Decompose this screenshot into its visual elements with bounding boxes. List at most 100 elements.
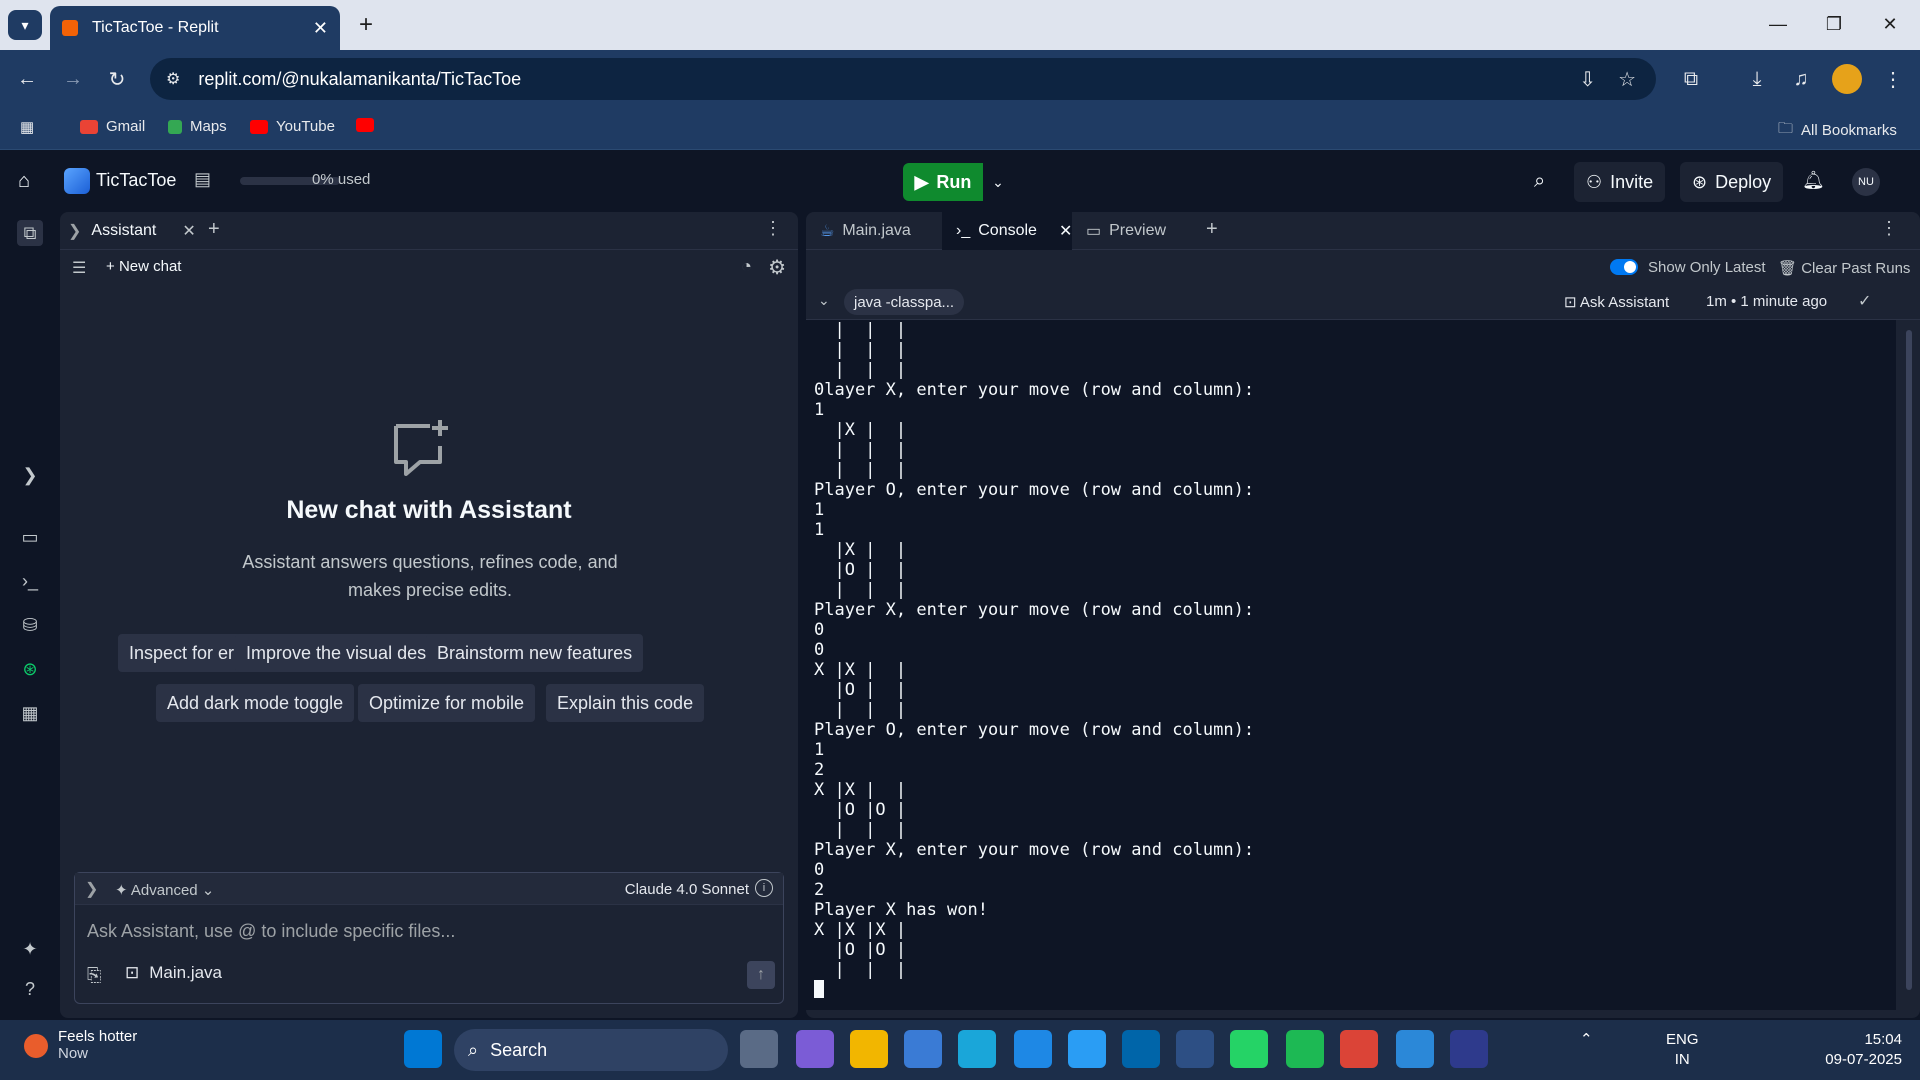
more-options-icon[interactable]: ⋮ — [764, 218, 782, 239]
install-app-icon[interactable]: ⇩ — [1579, 67, 1596, 92]
whatsapp-icon[interactable] — [1230, 1030, 1268, 1068]
notifications-bell-icon[interactable]: 🔔︎ — [1802, 170, 1825, 191]
all-tools-grid-icon[interactable]: ▦ — [17, 700, 43, 726]
close-tab-icon[interactable]: ✕ — [182, 221, 195, 241]
mylp-icon[interactable] — [1014, 1030, 1052, 1068]
info-icon[interactable]: i — [755, 879, 773, 897]
ai-sparkle-icon[interactable]: ✦ — [17, 936, 43, 962]
copilot-icon[interactable] — [796, 1030, 834, 1068]
profile-avatar[interactable] — [1832, 64, 1862, 94]
chevron-down-icon[interactable]: ⌄ — [818, 292, 830, 309]
bookmark-maps[interactable]: Maps — [168, 118, 227, 135]
weather-widget[interactable]: Feels hotter Now — [24, 1028, 137, 1062]
user-avatar[interactable]: NU — [1852, 168, 1880, 196]
edge-icon[interactable] — [958, 1030, 996, 1068]
repl-name[interactable]: TicTacToe — [96, 170, 176, 191]
invite-button[interactable]: ⚇ Invite — [1574, 162, 1666, 202]
site-info-icon[interactable]: ⚙ — [166, 69, 180, 89]
reload-button[interactable]: ↻ — [100, 62, 134, 96]
bookmark-youtube-2[interactable] — [356, 118, 374, 132]
tab-main-java[interactable]: ☕︎ Main.java — [806, 212, 938, 250]
run-command-pill[interactable]: java -classpa... — [844, 289, 965, 315]
console-rail-icon[interactable]: ›_ — [17, 568, 43, 594]
add-tab-button[interactable]: + — [1206, 218, 1218, 241]
bookmark-gmail[interactable]: Gmail — [80, 118, 145, 135]
close-tab-icon[interactable]: ✕ — [313, 18, 328, 39]
send-button[interactable]: ↑ — [747, 961, 775, 989]
minimize-button[interactable]: — — [1758, 8, 1798, 40]
address-bar[interactable]: ⚙ replit.com/@nukalamanikanta/TicTacToe … — [150, 58, 1656, 100]
forward-button[interactable]: → — [56, 62, 90, 96]
all-bookmarks[interactable]: 🗀 All Bookmarks — [1778, 118, 1897, 143]
chat-history-icon[interactable]: ☰ — [72, 258, 86, 278]
vscode-icon[interactable] — [1122, 1030, 1160, 1068]
new-tab-button[interactable]: + — [350, 10, 382, 40]
system-tray[interactable]: ⌃ — [1580, 1030, 1593, 1048]
tab-preview[interactable]: ▭ Preview — [1072, 212, 1200, 250]
spotify-icon[interactable] — [1286, 1030, 1324, 1068]
tab-search-button[interactable]: ▾ — [8, 10, 42, 40]
new-chat-button[interactable]: + New chat — [106, 258, 181, 275]
task-view-icon[interactable] — [740, 1030, 778, 1068]
console-output[interactable]: | | | | | | | | | 0layer X, enter your m… — [806, 320, 1896, 1010]
more-options-icon[interactable]: ⋮ — [1880, 218, 1898, 239]
apps-grid-icon[interactable]: ▦ — [20, 118, 34, 136]
add-tab-button[interactable]: + — [208, 218, 220, 241]
ask-assistant-button[interactable]: ⊡ Ask Assistant — [1564, 293, 1669, 311]
taskbar-search[interactable]: ⌕ Search — [454, 1029, 728, 1071]
suggestion-chip[interactable]: Add dark mode toggle — [156, 684, 355, 722]
downloads-icon[interactable]: ⤓ — [1740, 62, 1774, 96]
storage-icon[interactable]: ▤ — [194, 169, 211, 190]
deploy-button[interactable]: ⊛ Deploy — [1680, 162, 1784, 202]
home-icon[interactable]: ⌂ — [18, 170, 30, 193]
model-label[interactable]: Claude 4.0 Sonnet — [625, 881, 749, 898]
suggestion-chip[interactable]: Brainstorm new features — [426, 634, 644, 672]
settings-gear-icon[interactable]: ⚙ — [768, 255, 786, 280]
help-app-icon[interactable] — [1068, 1030, 1106, 1068]
mode-select[interactable]: ✦ Advanced ⌄ — [115, 881, 214, 899]
app-icon[interactable] — [1176, 1030, 1214, 1068]
console-scrollbar[interactable] — [1904, 320, 1914, 1010]
run-dropdown-button[interactable]: ⌄ — [983, 163, 1013, 201]
bookmark-youtube[interactable]: YouTube — [250, 118, 335, 135]
database-icon[interactable]: ⛁ — [17, 612, 43, 638]
tab-console[interactable]: ›_ Console ✕ — [942, 212, 1072, 250]
clear-past-runs-button[interactable]: 🗑︎ Clear Past Runs — [1778, 259, 1910, 277]
close-window-button[interactable]: ✕ — [1870, 8, 1910, 40]
suggestion-chip[interactable]: Optimize for mobile — [358, 684, 536, 722]
scrollbar-thumb[interactable] — [1906, 330, 1912, 990]
usage-gauge-icon[interactable]: ◔ — [741, 256, 752, 277]
back-button[interactable]: ← — [10, 62, 44, 96]
assistant-rail-icon[interactable]: ❯ — [17, 462, 43, 488]
preview-rail-icon[interactable]: ▭ — [17, 524, 43, 550]
paperclip-icon[interactable]: ⎘ — [87, 965, 101, 986]
attached-file-chip[interactable]: ⊡ Main.java — [125, 963, 222, 983]
language-indicator[interactable]: ENG IN — [1666, 1030, 1699, 1070]
maps-icon — [168, 119, 182, 134]
file-tree-icon[interactable]: ⧉ — [17, 220, 43, 246]
show-only-latest-toggle[interactable] — [1610, 259, 1638, 275]
store-icon[interactable] — [904, 1030, 942, 1068]
intellij-icon[interactable] — [1450, 1030, 1488, 1068]
run-button[interactable]: ▶ Run — [903, 163, 983, 201]
chrome-menu-icon[interactable]: ⋮ — [1876, 62, 1910, 96]
clock[interactable]: 15:04 09-07-2025 — [1812, 1030, 1902, 1070]
browser-tab-active[interactable]: TicTacToe - Replit ✕ — [50, 6, 340, 50]
bookmark-star-icon[interactable]: ☆ — [1618, 67, 1636, 92]
media-controls-icon[interactable]: ♫ — [1784, 62, 1818, 96]
file-explorer-icon[interactable] — [850, 1030, 888, 1068]
suggestion-chip[interactable]: Explain this code — [546, 684, 705, 722]
search-icon[interactable]: ⌕ — [1534, 170, 1545, 193]
deployments-icon[interactable]: ⊛ — [17, 656, 43, 682]
chrome-icon[interactable] — [1340, 1030, 1378, 1068]
extensions-icon[interactable]: ⧉ — [1674, 62, 1708, 96]
java-file-icon: ☕︎ — [820, 223, 835, 240]
prompt-input[interactable] — [87, 917, 767, 945]
notepad-icon[interactable] — [1396, 1030, 1434, 1068]
tab-assistant[interactable]: ❯ Assistant ✕ — [68, 216, 196, 246]
start-button[interactable] — [404, 1030, 442, 1068]
close-tab-icon[interactable]: ✕ — [1059, 221, 1072, 241]
trash-icon: 🗑︎ — [1778, 260, 1798, 277]
help-icon[interactable]: ? — [17, 976, 43, 1002]
restore-button[interactable]: ❐ — [1814, 8, 1854, 40]
